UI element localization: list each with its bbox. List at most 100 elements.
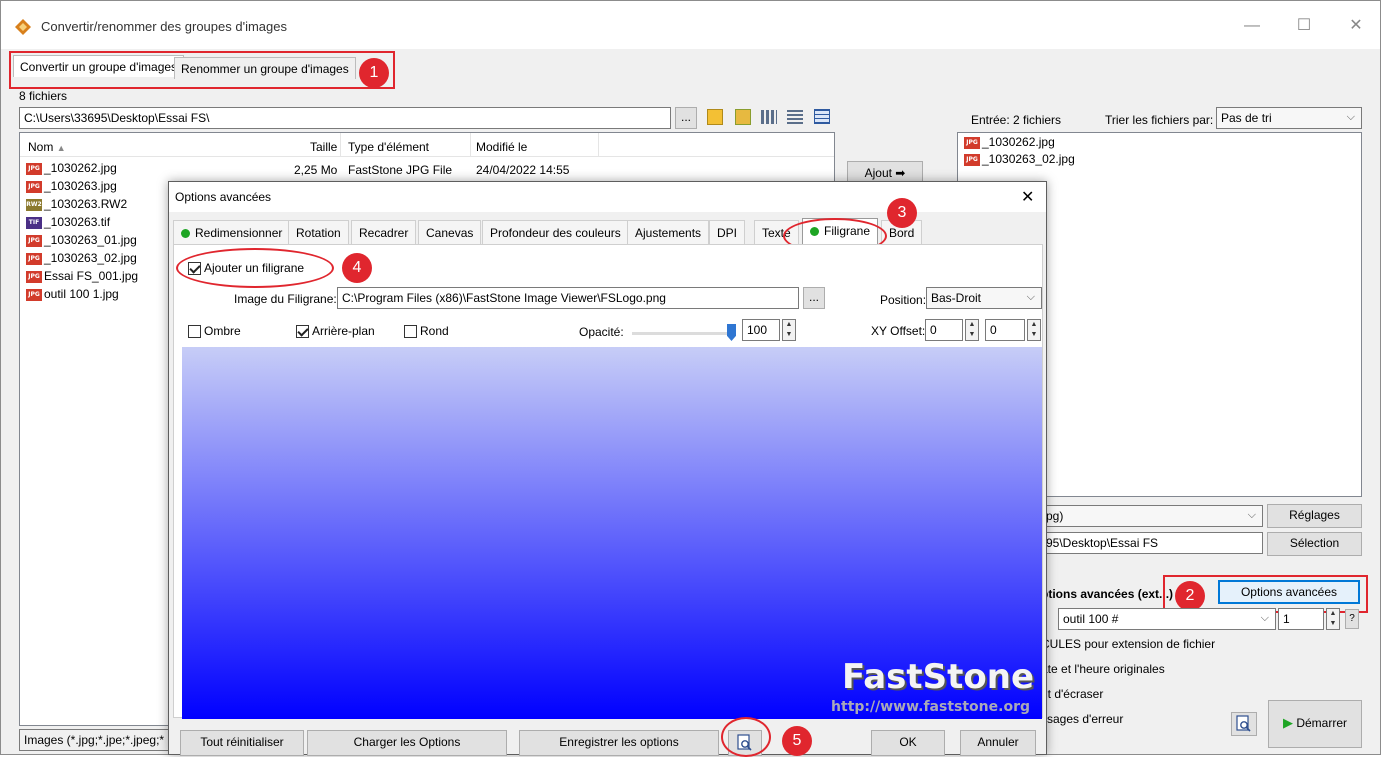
- callout-box-1: [9, 51, 395, 89]
- save-options-button[interactable]: Enregistrer les options: [519, 730, 719, 756]
- file-row[interactable]: JPG _1030263_02.jpg: [26, 251, 137, 269]
- output-format-value: pg): [1046, 509, 1064, 523]
- rename-start-input[interactable]: 1: [1278, 608, 1324, 630]
- column-size[interactable]: Taille: [310, 140, 337, 154]
- refresh-folder-icon[interactable]: [735, 109, 751, 125]
- rename-pattern-input[interactable]: outil 100 # ⌵: [1058, 608, 1276, 630]
- watermark-image-path[interactable]: C:\Program Files (x86)\FastStone Image V…: [337, 287, 799, 309]
- tab-canvas[interactable]: Canevas: [418, 220, 482, 244]
- tif-file-icon: TIF: [26, 216, 42, 229]
- tab-adjustments[interactable]: Ajustements: [627, 220, 710, 244]
- output-format-select[interactable]: pg) ⌵: [1041, 505, 1263, 527]
- y-offset-stepper[interactable]: ▲ ▼: [1027, 319, 1041, 341]
- file-row[interactable]: JPG Essai FS_001.jpg: [26, 269, 138, 287]
- input-file-row[interactable]: JPG _1030263_02.jpg: [964, 152, 1075, 170]
- ok-button[interactable]: OK: [871, 730, 945, 756]
- help-button[interactable]: ?: [1345, 609, 1359, 629]
- file-row[interactable]: JPG _1030263_01.jpg: [26, 233, 137, 251]
- dialog-close-icon[interactable]: ✕: [1021, 187, 1034, 207]
- x-offset-stepper[interactable]: ▲ ▼: [965, 319, 979, 341]
- opacity-input[interactable]: 100: [742, 319, 780, 341]
- tab-color-depth[interactable]: Profondeur des couleurs: [482, 220, 629, 244]
- tab-crop[interactable]: Recadrer: [351, 220, 417, 244]
- sort-label: Trier les fichiers par:: [1105, 113, 1214, 127]
- list-view-icon[interactable]: [787, 110, 803, 124]
- raw-file-icon: RW2: [26, 198, 42, 211]
- callout-oval-4: [176, 248, 334, 288]
- rename-start-stepper[interactable]: ▲ ▼: [1326, 608, 1340, 630]
- sort-select[interactable]: Pas de tri ⌵: [1216, 107, 1362, 129]
- file-name: _1030263.tif: [44, 215, 111, 229]
- tab-rotation[interactable]: Rotation: [288, 220, 349, 244]
- load-options-button[interactable]: Charger les Options: [307, 730, 507, 756]
- callout-badge-2: 2: [1175, 581, 1205, 611]
- position-select[interactable]: Bas-Droit ⌵: [926, 287, 1042, 309]
- folder-path-input[interactable]: C:\Users\33695\Desktop\Essai FS\: [19, 107, 671, 129]
- callout-badge-4: 4: [342, 253, 372, 283]
- output-folder-input[interactable]: 95\Desktop\Essai FS: [1041, 532, 1263, 554]
- chevron-down-icon: ⌵: [1346, 111, 1355, 123]
- title-bar: Convertir/renommer des groupes d'images …: [1, 1, 1380, 49]
- opacity-stepper[interactable]: ▲ ▼: [782, 319, 796, 341]
- input-file-row[interactable]: JPG _1030262.jpg: [964, 135, 1055, 153]
- jpg-file-icon: JPG: [26, 180, 42, 193]
- file-row[interactable]: RW2 _1030263.RW2: [26, 197, 127, 215]
- thumbnail-view-icon[interactable]: [761, 110, 777, 124]
- browse-folder-button[interactable]: ...: [675, 107, 697, 129]
- minimize-button[interactable]: —: [1237, 15, 1267, 37]
- option-errors-label: ssages d'erreur: [1041, 712, 1124, 726]
- file-name: _1030263_01.jpg: [44, 233, 137, 247]
- close-button[interactable]: ✕: [1341, 15, 1371, 37]
- details-view-icon[interactable]: [814, 109, 830, 124]
- status-dot-icon: [181, 229, 190, 239]
- start-label: Démarrer: [1296, 716, 1347, 730]
- jpg-file-icon: JPG: [26, 234, 42, 247]
- option-extension-label: CULES pour extension de fichier: [1041, 637, 1216, 651]
- round-checkbox[interactable]: Rond: [404, 324, 449, 339]
- column-type[interactable]: Type d'élément: [348, 140, 429, 154]
- file-name: _1030263.jpg: [44, 179, 117, 193]
- file-row[interactable]: TIF _1030263.tif: [26, 215, 110, 233]
- tab-resize[interactable]: Redimensionner: [173, 220, 291, 244]
- file-row[interactable]: JPG _1030262.jpg: [26, 161, 117, 179]
- rename-pattern-value: outil 100 #: [1063, 612, 1119, 626]
- xy-offset-label: XY Offset:: [871, 324, 926, 338]
- file-row[interactable]: JPG outil 100 1.jpg: [26, 287, 119, 305]
- background-checkbox[interactable]: Arrière-plan: [296, 324, 375, 339]
- shadow-checkbox[interactable]: Ombre: [188, 324, 241, 339]
- file-count: 8 fichiers: [19, 89, 68, 103]
- column-modified[interactable]: Modifié le: [476, 140, 527, 154]
- file-filter-select[interactable]: Images (*.jpg;*.jpe;*.jpeg;*: [19, 729, 171, 751]
- jpg-file-icon: JPG: [26, 252, 42, 265]
- opacity-label: Opacité:: [579, 325, 624, 339]
- callout-oval-5: [721, 717, 771, 757]
- browse-watermark-button[interactable]: ...: [803, 287, 825, 309]
- select-folder-button[interactable]: Sélection: [1267, 532, 1362, 556]
- tab-dpi[interactable]: DPI: [709, 220, 746, 244]
- position-label: Position:: [880, 293, 927, 307]
- y-offset-input[interactable]: 0: [985, 319, 1025, 341]
- faststone-logo-text: FastStone: [841, 657, 1034, 697]
- file-row[interactable]: JPG _1030263.jpg: [26, 179, 117, 197]
- reset-all-button[interactable]: Tout réinitialiser: [180, 730, 304, 756]
- start-button[interactable]: ▶ Démarrer: [1268, 700, 1362, 748]
- file-name: _1030262.jpg: [44, 161, 117, 175]
- preview-button[interactable]: [1231, 712, 1257, 736]
- folder-up-icon[interactable]: [707, 109, 723, 125]
- opacity-slider-track[interactable]: [632, 332, 732, 335]
- file-list-header: Nom ▲ Taille Type d'élément Modifié le: [20, 133, 834, 157]
- jpg-file-icon: JPG: [964, 153, 980, 166]
- settings-button[interactable]: Réglages: [1267, 504, 1362, 528]
- opacity-slider-thumb[interactable]: [727, 324, 736, 341]
- file-size: 2,25 Mo: [294, 163, 338, 177]
- advanced-options-dialog: Options avancées ✕ Redimensionner Rotati…: [168, 181, 1047, 757]
- column-name[interactable]: Nom: [28, 140, 53, 154]
- app-icon: [15, 19, 31, 35]
- file-type: FastStone JPG File: [348, 163, 453, 177]
- x-offset-input[interactable]: 0: [925, 319, 963, 341]
- cancel-button[interactable]: Annuler: [960, 730, 1036, 756]
- jpg-file-icon: JPG: [26, 162, 42, 175]
- advanced-options-label: ptions avancées (ext...): [1041, 587, 1174, 601]
- option-date-label: ate et l'heure originales: [1041, 662, 1165, 676]
- maximize-button[interactable]: ☐: [1289, 15, 1319, 37]
